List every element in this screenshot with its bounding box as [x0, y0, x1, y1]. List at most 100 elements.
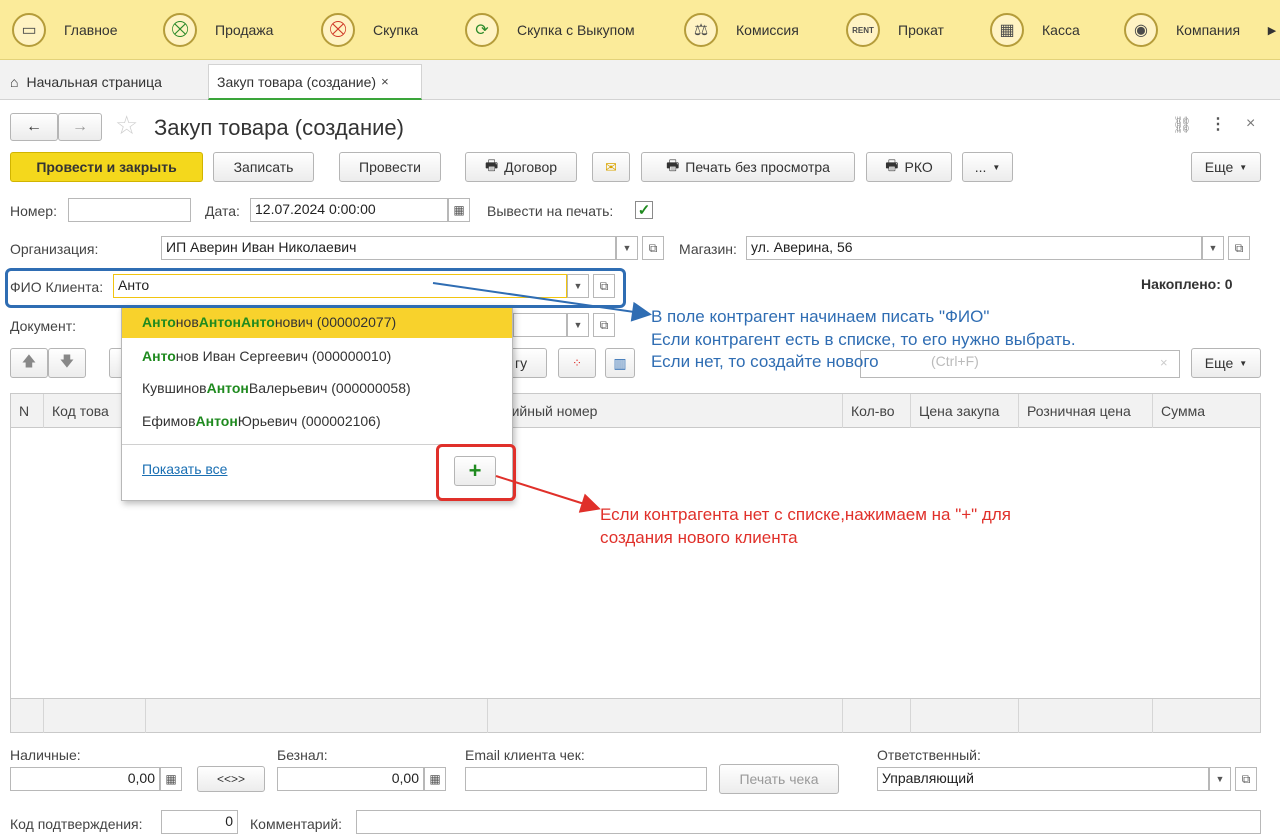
calculator-icon[interactable]: ▦ [424, 767, 446, 791]
email-field[interactable] [465, 767, 707, 791]
section-commission[interactable]: ⚖ Комиссия [684, 0, 799, 60]
col-serial[interactable]: ерийный номер [488, 394, 843, 428]
match-highlight: Анто [142, 314, 176, 330]
card-label: Безнал: [277, 747, 328, 763]
show-all-link[interactable]: Показать все [142, 461, 227, 477]
section-purchase-redeem[interactable]: ⟳ Скупка с Выкупом [465, 0, 635, 60]
more-label: Еще [1204, 159, 1234, 175]
col-purchase-price[interactable]: Цена закупа [911, 394, 1019, 428]
col-sum[interactable]: Сумма [1153, 394, 1260, 428]
suggestion-text: Валерьевич (000000058) [248, 380, 411, 396]
suggestion-item[interactable]: Анто нов Иван Сергеевич (000000010) [122, 340, 512, 372]
suggestion-text: Ефимов [142, 413, 196, 429]
confirm-code-field[interactable]: 0 [161, 810, 238, 834]
organization-dropdown-icon[interactable]: ▼ [616, 236, 638, 260]
favorite-star-icon[interactable]: ☆ [115, 110, 138, 141]
organization-label: Организация: [10, 241, 99, 257]
section-main[interactable]: ▭ Главное [12, 0, 118, 60]
document-label: Документ: [10, 318, 76, 334]
col-qty[interactable]: Кол-во [843, 394, 911, 428]
shop-field[interactable]: ул. Аверина, 56 [746, 236, 1202, 260]
calculator-icon[interactable]: ▦ [160, 767, 182, 791]
suggestion-text: Кувшинов [142, 380, 207, 396]
print-flag-checkbox[interactable]: ✓ [635, 201, 653, 219]
note-blue-line1: В поле контрагент начинаем писать "ФИО" [651, 307, 990, 326]
shop-dropdown-icon[interactable]: ▼ [1202, 236, 1224, 260]
col-retail-price[interactable]: Розничная цена [1019, 394, 1153, 428]
close-tab-icon[interactable]: × [381, 74, 389, 89]
section-sales[interactable]: ⛒ Продажа [163, 0, 273, 60]
move-down-button[interactable]: 🡇 [48, 348, 86, 378]
company-icon: ◉ [1124, 13, 1158, 47]
clear-search-icon[interactable]: × [1160, 355, 1168, 370]
suggestion-item[interactable]: Кувшинов Антон Валерьевич (000000058) [122, 372, 512, 404]
print-check-button[interactable]: Печать чека [719, 764, 839, 794]
arrow-down-icon: 🡇 [59, 353, 75, 369]
more-button[interactable]: Еще ▼ [1191, 152, 1261, 182]
back-button[interactable]: ← [10, 113, 58, 141]
section-rent[interactable]: RENT Прокат [846, 0, 944, 60]
section-company[interactable]: ◉ Компания [1124, 0, 1240, 60]
number-field[interactable] [68, 198, 191, 222]
comment-field[interactable] [356, 810, 1261, 834]
table-search-input[interactable]: (Ctrl+F) [860, 350, 1180, 378]
scroll-right-icon[interactable]: ▶ [1264, 0, 1280, 60]
page-title: Закуп товара (создание) [154, 115, 404, 140]
link-icon[interactable]: ⛓ [1172, 115, 1192, 135]
table-footer [11, 698, 1260, 733]
email-label: Email клиента чек: [465, 747, 585, 763]
colors-button[interactable]: ⁘ [558, 348, 596, 378]
tab-home[interactable]: ⌂ Начальная страница [2, 64, 170, 100]
close-form-icon[interactable]: × [1246, 115, 1255, 133]
document-field[interactable] [513, 313, 567, 337]
contract-button[interactable]: 🖶 Договор [465, 152, 577, 182]
post-button[interactable]: Провести [339, 152, 441, 182]
shop-open-icon[interactable]: ⧉ [1228, 236, 1250, 260]
document-open-icon[interactable]: ⧉ [593, 313, 615, 337]
col-n[interactable]: N [11, 394, 44, 428]
tab-current[interactable]: Закуп товара (создание) × [208, 64, 422, 100]
post-and-close-button[interactable]: Провести и закрыть [10, 152, 203, 182]
rko-button[interactable]: 🖶 РКО [866, 152, 952, 182]
contract-label: Договор [504, 159, 558, 175]
swap-button[interactable]: <<>> [197, 766, 265, 792]
tab-current-label: Закуп товара (создание) [217, 73, 377, 90]
section-label: Прокат [898, 22, 944, 38]
responsible-dropdown-icon[interactable]: ▼ [1209, 767, 1231, 791]
print-no-preview-button[interactable]: 🖶 Печать без просмотра [641, 152, 855, 182]
date-field[interactable]: 12.07.2024 0:00:00 [250, 198, 448, 222]
suggestion-item[interactable]: Ефимов Антон Юрьевич (000002106) [122, 405, 512, 437]
cart-down-icon: ⛒ [321, 13, 355, 47]
email-button[interactable]: ✉ [592, 152, 630, 182]
chevron-down-icon: ▼ [992, 162, 1001, 172]
section-label: Скупка [373, 22, 419, 38]
responsible-field[interactable]: Управляющий [877, 767, 1209, 791]
section-cash[interactable]: ▦ Касса [990, 0, 1080, 60]
section-label: Главное [64, 22, 118, 38]
quick-print-icon: 🖶 [666, 157, 680, 173]
forward-button[interactable]: → [58, 113, 102, 141]
annotation-client-frame [5, 268, 626, 308]
section-label: Компания [1176, 22, 1241, 38]
more-actions-button[interactable]: ... ▼ [962, 152, 1013, 182]
suggestion-item[interactable]: Анто нов Антон Анто нович (000002077) [122, 306, 512, 338]
document-dropdown-icon[interactable]: ▼ [567, 313, 589, 337]
organization-open-icon[interactable]: ⧉ [642, 236, 664, 260]
cash-field[interactable]: 0,00 [10, 767, 160, 791]
calendar-icon[interactable]: ▦ [448, 198, 470, 222]
responsible-open-icon[interactable]: ⧉ [1235, 767, 1257, 791]
chevron-down-icon: ▼ [1239, 358, 1248, 368]
move-up-button[interactable]: 🡅 [10, 348, 48, 378]
suggestion-text: нов Иван Сергеевич (000000010) [175, 348, 392, 364]
save-button[interactable]: Записать [213, 152, 314, 182]
section-panel: ▭ Главное ⛒ Продажа ⛒ Скупка ⟳ Скупка с … [0, 0, 1280, 60]
section-label: Касса [1042, 22, 1080, 38]
print-flag-label: Вывести на печать: [487, 203, 614, 219]
card-field[interactable]: 0,00 [277, 767, 424, 791]
table-more-button[interactable]: Еще ▼ [1191, 348, 1261, 378]
menu-dots-icon[interactable]: ⋮ [1210, 114, 1226, 134]
match-highlight: Антон [198, 314, 242, 330]
section-purchase[interactable]: ⛒ Скупка [321, 0, 418, 60]
scan-button[interactable]: ▥ [605, 348, 635, 378]
organization-field[interactable]: ИП Аверин Иван Николаевич [161, 236, 616, 260]
